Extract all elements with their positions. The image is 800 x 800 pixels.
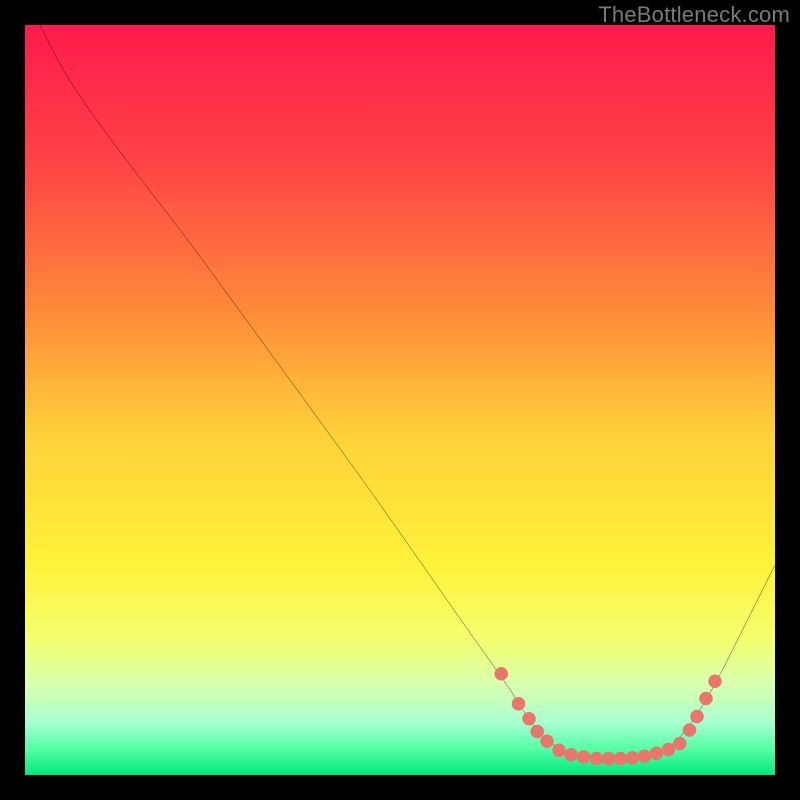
marker-dot (531, 725, 545, 739)
marker-dot (638, 750, 652, 764)
marker-dot (564, 748, 578, 762)
marker-dot (577, 750, 591, 764)
marker-dot (683, 723, 697, 737)
marker-dot (673, 737, 687, 751)
marker-dot (552, 743, 566, 757)
marker-dot (690, 710, 704, 724)
marker-dot (512, 697, 526, 711)
marker-dot (699, 692, 713, 706)
marker-dot (708, 675, 722, 689)
marker-dot (626, 751, 640, 765)
chart-frame: TheBottleneck.com (0, 0, 800, 800)
marker-dot (522, 712, 536, 726)
watermark-text: TheBottleneck.com (598, 2, 790, 28)
marker-dot (590, 752, 604, 766)
marker-dot (614, 752, 628, 766)
marker-dot (650, 747, 664, 761)
plot-area (25, 25, 775, 775)
marker-dot (495, 667, 509, 681)
marker-dot (602, 752, 616, 766)
marker-dot (540, 735, 554, 749)
chart-background (25, 25, 775, 775)
chart-svg (25, 25, 775, 775)
